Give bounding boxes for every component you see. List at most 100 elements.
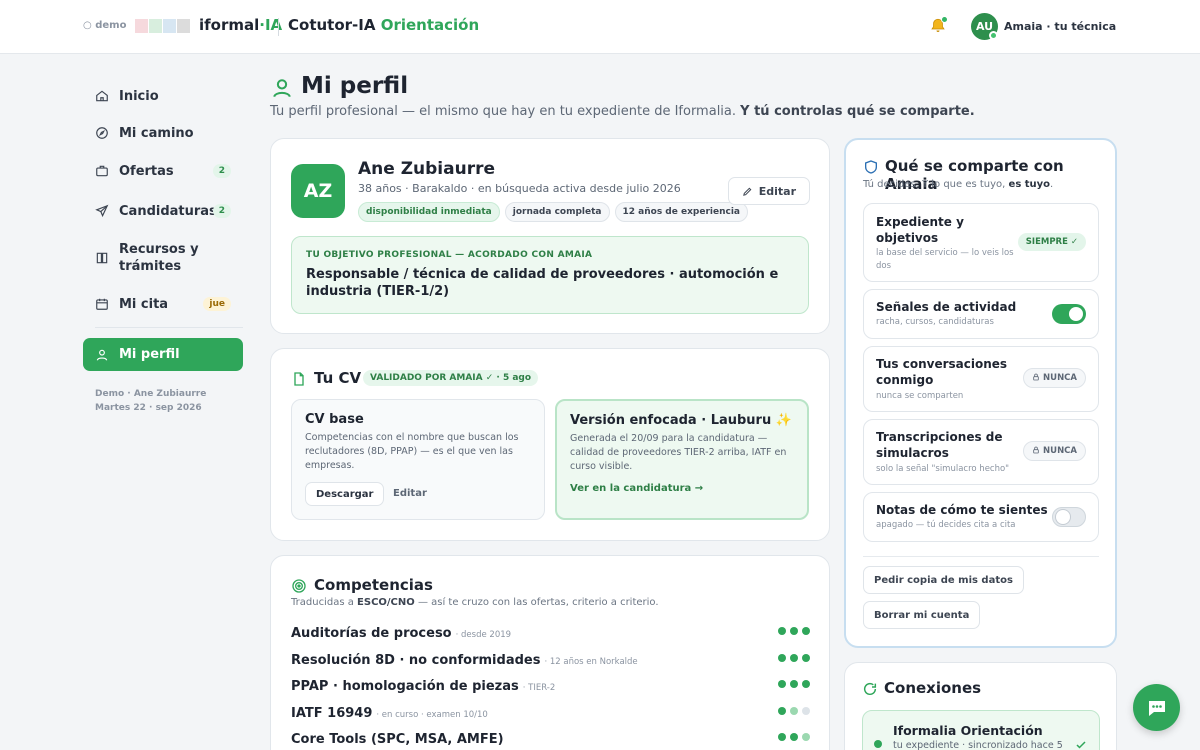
share-item-notas: Notas de cómo te sientes apagado — tú de… — [863, 492, 1099, 542]
never-pill: NUNCA — [1023, 441, 1086, 461]
user-icon — [273, 79, 291, 98]
sidebar-item-ofertas[interactable]: Ofertas 2 — [83, 159, 243, 183]
delete-account-button[interactable]: Borrar mi cuenta — [863, 601, 981, 629]
target-icon — [292, 579, 306, 593]
feelings-toggle[interactable] — [1052, 507, 1086, 527]
conexiones-title: Conexiones — [884, 679, 982, 697]
competencia-name: Auditorías de proceso — [291, 626, 452, 641]
level-dot — [790, 627, 798, 635]
cv-card: Tu CV VALIDADO POR AMAIA ✓ · 5 ago CV ba… — [270, 348, 830, 541]
download-button[interactable]: Descargar — [305, 482, 385, 506]
always-pill: SIEMPRE ✓ — [1017, 233, 1086, 251]
chip: 12 años de experiencia — [614, 202, 748, 222]
edit-profile-button[interactable]: Editar — [727, 177, 810, 205]
level-dot — [790, 733, 798, 741]
sidebar-footer: Demo · Ane Zubiaurre Martes 22 · sep 202… — [95, 389, 207, 413]
online-indicator — [989, 31, 998, 40]
share-item-conversaciones: Tus conversaciones conmigo nunca se comp… — [863, 346, 1099, 412]
check-icon — [1076, 741, 1086, 749]
sidebar-item-mi-camino[interactable]: Mi camino — [83, 121, 243, 145]
panel-divider — [863, 556, 1099, 557]
sharing-panel: Qué se comparte con Amaia Tú decides. Y … — [844, 138, 1117, 648]
pencil-icon — [742, 187, 752, 196]
page-subtitle: Tu perfil profesional — el mismo que hay… — [270, 104, 975, 119]
cv-base-title: CV base — [305, 412, 364, 427]
goal-label: TU OBJETIVO PROFESIONAL — ACORDADO CON A… — [306, 250, 593, 260]
request-data-copy-button[interactable]: Pedir copia de mis datos — [863, 566, 1024, 594]
profile-avatar: AZ — [291, 164, 345, 218]
count-badge: 2 — [212, 204, 231, 218]
level-dots — [778, 627, 810, 635]
product-name: Cotutor-IA Orientación — [288, 16, 480, 34]
date-badge: jue — [203, 297, 231, 311]
sidebar-item-label: Candidaturas — [119, 203, 217, 219]
sidebar-item-label: Mi camino — [119, 125, 194, 141]
competencia-row: PPAP · homologación de piezas · TIER-2 — [291, 675, 810, 694]
notification-dot — [941, 16, 948, 23]
chat-button[interactable] — [1133, 684, 1180, 731]
sidebar-item-candidaturas[interactable]: Candidaturas 2 — [83, 199, 243, 223]
cv-title: Tu CV — [314, 369, 362, 387]
book-icon — [96, 252, 108, 264]
level-dot — [790, 654, 798, 662]
competencia-name: Core Tools (SPC, MSA, AMFE) — [291, 732, 504, 747]
level-dots — [778, 707, 810, 715]
competencia-note: · 12 años en Norkalde — [544, 657, 638, 667]
compass-icon — [96, 127, 108, 139]
sidebar-item-mi-perfil[interactable]: Mi perfil — [83, 338, 243, 371]
share-item-actividad: Señales de actividad racha, cursos, cand… — [863, 289, 1099, 339]
user-icon — [96, 349, 108, 361]
sidebar-item-recursos[interactable]: Recursos y trámites — [83, 240, 243, 276]
sidebar-item-inicio[interactable]: Inicio — [83, 84, 243, 108]
document-icon — [294, 372, 304, 386]
competencia-note: · TIER-2 — [522, 683, 556, 693]
sidebar-item-label: Ofertas — [119, 163, 174, 179]
chip: jornada completa — [504, 202, 610, 222]
level-dots — [778, 680, 810, 688]
level-dot — [778, 707, 786, 715]
cv-base-box: CV base Competencias con el nombre que b… — [291, 399, 545, 520]
briefcase-icon — [96, 165, 108, 177]
level-dots — [778, 654, 810, 662]
cv-focus-desc: Generada el 20/09 para la candidatura — … — [570, 433, 787, 472]
shield-icon — [865, 160, 877, 174]
competencia-name: PPAP · homologación de piezas — [291, 679, 519, 694]
sidebar-item-label: Mi cita — [119, 296, 169, 312]
profile-meta: 38 años · Barakaldo · en búsqueda activa… — [358, 182, 681, 195]
connection-item[interactable]: Iformalia Orientación tu expediente · si… — [862, 710, 1100, 750]
sidebar-item-label: Recursos y trámites — [119, 242, 199, 274]
home-icon — [96, 90, 108, 102]
connection-status: tu expediente · sincronizado hace 5 — [893, 740, 1063, 750]
validated-badge: VALIDADO POR AMAIA ✓ · 5 ago — [363, 370, 539, 386]
level-dot — [778, 627, 786, 635]
level-dot — [778, 654, 786, 662]
level-dot — [778, 733, 786, 741]
brand-logo[interactable]: iformal·IA — [199, 16, 282, 34]
count-badge: 2 — [212, 164, 231, 178]
sidebar-item-label: Mi perfil — [119, 347, 180, 362]
competencia-name: IATF 16949 — [291, 706, 373, 721]
send-icon — [95, 204, 109, 218]
cv-focus-box: Versión enfocada · Lauburu ✨ Generada el… — [555, 399, 809, 520]
activity-toggle[interactable] — [1052, 304, 1086, 324]
sidebar-item-label: Inicio — [119, 88, 159, 104]
demo-tag: ○ demo — [83, 20, 127, 31]
top-bar: ○ demo iformal·IA Cotutor-IA Orientación… — [0, 0, 1200, 54]
level-dot — [802, 707, 810, 715]
edit-cv-link[interactable]: Editar — [393, 488, 427, 499]
sharing-subtitle: Tú decides. Y lo que es tuyo, es tuyo. — [863, 179, 1054, 190]
brand-swatches — [135, 19, 190, 33]
level-dots — [778, 733, 810, 741]
view-application-link[interactable]: Ver en la candidatura → — [570, 483, 703, 494]
user-name[interactable]: Amaia · tu técnica — [1004, 20, 1116, 33]
goal-box: TU OBJETIVO PROFESIONAL — ACORDADO CON A… — [291, 236, 809, 314]
level-dot — [802, 680, 810, 688]
page-title: Mi perfil — [301, 73, 409, 99]
chat-icon — [1148, 700, 1165, 716]
share-item-expediente: Expediente y objetivos la base del servi… — [863, 203, 1099, 282]
cv-focus-title: Versión enfocada · Lauburu ✨ — [570, 413, 792, 428]
sidebar-item-mi-cita[interactable]: Mi cita jue — [83, 292, 243, 316]
competencia-row: IATF 16949 · en curso · examen 10/10 — [291, 702, 810, 721]
lock-icon — [1033, 446, 1039, 454]
competencia-row: Resolución 8D · no conformidades · 12 año… — [291, 649, 810, 668]
